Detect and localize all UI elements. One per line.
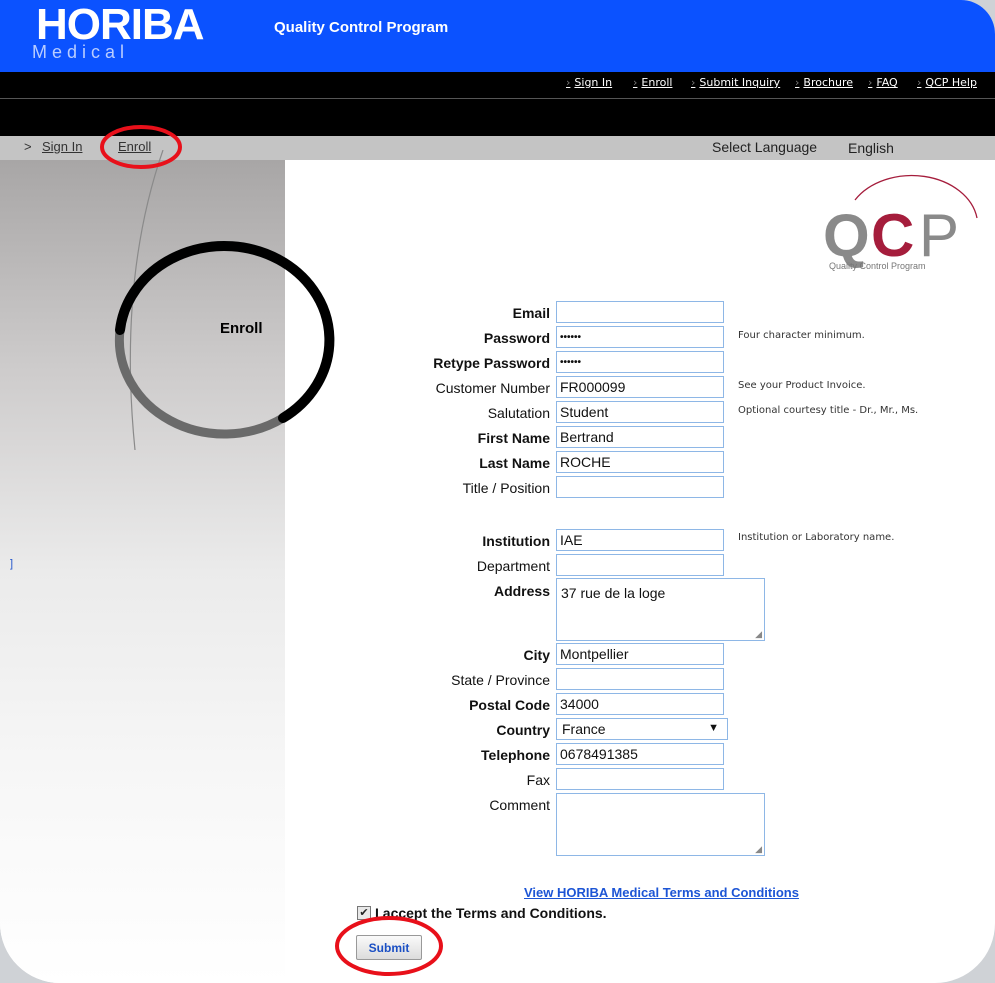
annotation-circle-enroll bbox=[100, 125, 182, 169]
browser-page: HORIBA Medical Quality Control Program ›… bbox=[0, 0, 995, 983]
annotation-circle-submit bbox=[335, 916, 443, 976]
annotation-overlay bbox=[100, 125, 443, 976]
